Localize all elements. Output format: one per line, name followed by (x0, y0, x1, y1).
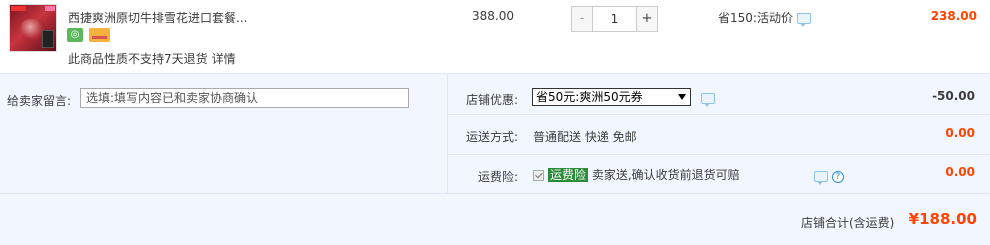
row-divider (448, 114, 990, 115)
insurance-help: ? (814, 169, 844, 185)
help-question-icon[interactable]: ? (831, 170, 844, 183)
item-total-price: 238.00 (930, 9, 977, 23)
dropdown-arrow-icon (678, 94, 686, 100)
quantity-stepper: - 1 + (571, 6, 658, 32)
insurance-label: 运费险: (477, 170, 518, 184)
store-total-amount: ¥188.00 (908, 210, 977, 228)
quantity-minus-button[interactable]: - (571, 6, 593, 32)
credit-card-badge-icon[interactable] (89, 28, 110, 42)
seller-message-input[interactable]: 选填:填写内容已和卖家协商确认 (80, 88, 409, 108)
promo-info: 省150:活动价 (718, 9, 811, 27)
product-thumbnail[interactable] (9, 4, 57, 52)
coupon-label: 店铺优惠: (465, 93, 518, 107)
insurance-fee-value: 0.00 (945, 165, 975, 179)
insurance-checkbox[interactable] (533, 170, 544, 181)
shipping-method: 普通配送 快递 免邮 (533, 130, 637, 144)
seller-message-label: 给卖家留言: (7, 94, 72, 108)
coupon-discount-value: -50.00 (932, 89, 975, 103)
detail-link[interactable]: 详情 (212, 52, 236, 66)
store-total-label: 店铺合计(含运费) (801, 216, 895, 230)
shipping-insurance-option: 运费险 卖家送,确认收货前退货可赔 (533, 166, 740, 183)
quantity-input[interactable]: 1 (592, 6, 637, 32)
quantity-plus-button[interactable]: + (636, 6, 658, 32)
cart-item-row: 西捷爽洲原切牛排雪花进口套餐... ◎ 此商品性质不支持7天退货 详情 388.0… (0, 0, 990, 69)
insurance-tag: 运费险 (548, 168, 589, 182)
unit-price: 388.00 (472, 9, 514, 23)
shipping-fee-value: 0.00 (945, 126, 975, 140)
chat-bubble-icon[interactable] (701, 93, 715, 107)
product-title-link[interactable]: 西捷爽洲原切牛排雪花进口套餐... (68, 9, 247, 26)
store-total-bar: 店铺合计(含运费) ¥188.00 (0, 193, 990, 245)
shipping-label: 运送方式: (465, 130, 518, 144)
coupon-select[interactable]: 省50元:爽洲50元券 (532, 88, 691, 106)
insurance-description: 卖家送,确认收货前退货可赔 (591, 168, 740, 182)
chat-bubble-icon[interactable] (814, 171, 828, 185)
chat-bubble-icon[interactable] (796, 13, 811, 27)
row-divider (448, 154, 990, 155)
no-return-notice: 此商品性质不支持7天退货 详情 (68, 52, 236, 66)
guarantee-badge-icon[interactable]: ◎ (67, 28, 83, 42)
order-options-panel: 给卖家留言: 选填:填写内容已和卖家协商确认 店铺优惠: 省50元:爽洲50元券… (0, 73, 990, 194)
